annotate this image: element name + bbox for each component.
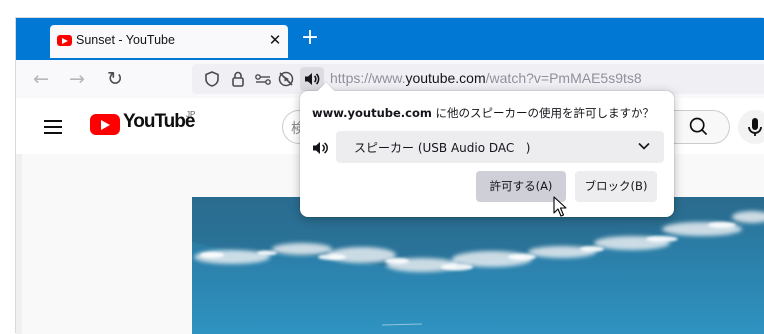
- video-sky-image: [192, 197, 764, 326]
- forward-button[interactable]: →: [64, 66, 90, 92]
- youtube-favicon-icon: [57, 35, 72, 46]
- microphone-icon: [748, 118, 762, 136]
- permissions-icon[interactable]: [252, 69, 274, 89]
- speaker-icon: [313, 142, 328, 154]
- menu-icon[interactable]: [44, 118, 64, 134]
- youtube-logo-text[interactable]: YouTube: [123, 111, 195, 133]
- url-bar[interactable]: https://www.youtube.com/watch?v=PmMAE5s9…: [192, 64, 764, 94]
- region-code: JP: [186, 110, 196, 119]
- browser-window: Sunset - YouTube ✕ + ← → ↻ https://www.y…: [16, 18, 764, 334]
- search-button[interactable]: [670, 110, 730, 144]
- url-text[interactable]: https://www.youtube.com/watch?v=PmMAE5s9…: [330, 70, 642, 86]
- speaker-permission-popup: www.youtube.com に他のスピーカーの使用を許可しますか？ スピーカ…: [300, 82, 674, 217]
- tab-title: Sunset - YouTube: [76, 33, 175, 47]
- search-icon: [689, 117, 708, 136]
- url-prefix: https://www.: [330, 70, 406, 86]
- block-button[interactable]: ブロック(B): [575, 171, 657, 202]
- url-domain: youtube.com: [405, 70, 486, 86]
- mouse-cursor-icon: [553, 196, 567, 217]
- reload-button[interactable]: ↻: [102, 66, 128, 92]
- speaker-device-label: スピーカー (USB Audio DAC ): [354, 141, 531, 155]
- tab-sunset-youtube[interactable]: Sunset - YouTube ✕: [50, 25, 288, 58]
- new-tab-button[interactable]: +: [298, 26, 322, 50]
- chevron-down-icon: [638, 142, 650, 150]
- youtube-logo-icon[interactable]: [90, 114, 120, 135]
- close-tab-icon[interactable]: ✕: [266, 30, 284, 50]
- tracking-shield-icon[interactable]: [201, 69, 223, 89]
- permission-message: www.youtube.com に他のスピーカーの使用を許可しますか？: [312, 105, 654, 121]
- sidebar-edge: [16, 154, 22, 334]
- speaker-device-select[interactable]: スピーカー (USB Audio DAC ): [336, 131, 664, 163]
- voice-search-button[interactable]: [738, 110, 764, 144]
- video-player[interactable]: [192, 197, 764, 334]
- permission-question: に他のスピーカーの使用を許可しますか？: [431, 106, 655, 120]
- back-button[interactable]: ←: [28, 66, 54, 92]
- tab-strip: Sunset - YouTube ✕ +: [16, 18, 764, 60]
- lock-icon[interactable]: [227, 69, 249, 89]
- url-path: /watch?v=PmMAE5s9ts8: [485, 70, 642, 86]
- autoplay-blocked-icon[interactable]: [275, 69, 297, 89]
- permission-domain: www.youtube.com: [312, 106, 432, 120]
